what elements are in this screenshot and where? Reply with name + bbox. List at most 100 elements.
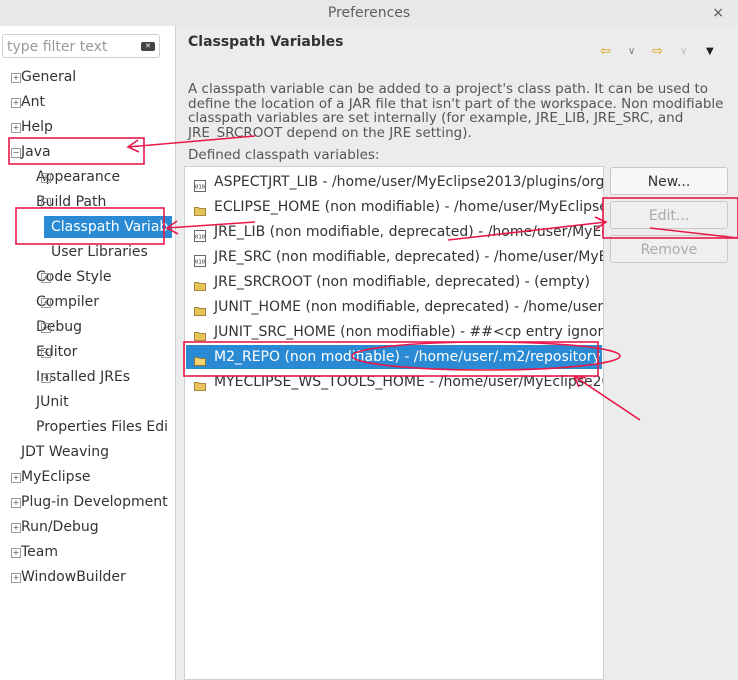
- tree-item[interactable]: − Java: [11, 141, 51, 163]
- back-arrow-icon[interactable]: ⇦: [600, 44, 611, 59]
- tree-item[interactable]: + General: [11, 66, 77, 88]
- collapse-icon[interactable]: −: [41, 198, 51, 208]
- filter-input[interactable]: type filter text ✕: [2, 34, 160, 58]
- expand-icon[interactable]: +: [11, 498, 21, 508]
- page-title: Classpath Variables: [188, 34, 344, 50]
- variable-row[interactable]: M2_REPO (non modifiable) - /home/user/.m…: [186, 345, 602, 369]
- tree-item-label: Ant: [21, 94, 45, 110]
- variable-row[interactable]: 010 ASPECTJRT_LIB - /home/user/MyEclipse2…: [186, 170, 604, 194]
- tree-item-label: Classpath Variab: [51, 219, 169, 235]
- tree-item[interactable]: Properties Files Edi: [36, 416, 168, 438]
- tree-item-label: WindowBuilder: [21, 569, 126, 585]
- tree-item[interactable]: + Appearance: [36, 166, 120, 188]
- tree-item[interactable]: + WindowBuilder: [11, 566, 126, 588]
- variable-row[interactable]: ECLIPSE_HOME (non modifiable) - /home/us…: [186, 195, 604, 219]
- tree-item-label: Plug-in Development: [21, 494, 168, 510]
- view-menu-icon[interactable]: ▼: [706, 46, 714, 57]
- tree-item-label: Properties Files Edi: [36, 419, 168, 435]
- expand-icon[interactable]: +: [11, 98, 21, 108]
- tree-item[interactable]: + Plug-in Development: [11, 491, 168, 513]
- variable-text: JRE_SRC (non modifiable, deprecated) - /…: [214, 249, 604, 265]
- tree-item[interactable]: + Team: [11, 541, 59, 563]
- window-titlebar: Preferences ×: [0, 0, 738, 26]
- tree-item-label: MyEclipse: [21, 469, 91, 485]
- folder-icon: [194, 376, 206, 391]
- tree-item-label: Java: [21, 144, 51, 160]
- tree-item[interactable]: − Build Path: [36, 191, 106, 213]
- forward-arrow-icon[interactable]: ⇨: [652, 44, 663, 59]
- expand-icon[interactable]: +: [11, 548, 21, 558]
- variable-text: JUNIT_SRC_HOME (non modifiable) - ##<cp …: [214, 324, 604, 340]
- jar-icon: 010: [194, 176, 206, 192]
- variable-text: JUNIT_HOME (non modifiable, deprecated) …: [214, 299, 604, 315]
- preferences-tree-panel: type filter text ✕ + General + Ant + Help − Jav…: [0, 26, 175, 680]
- page-description: A classpath variable can be added to a p…: [188, 81, 724, 141]
- tree-item[interactable]: + Installed JREs: [36, 366, 130, 388]
- tree-item-label: JDT Weaving: [21, 444, 110, 460]
- filter-placeholder: type filter text: [7, 39, 108, 55]
- tree-item-label: Help: [21, 119, 53, 135]
- back-dropdown-icon[interactable]: ∨: [628, 46, 635, 57]
- tree-item-label: JUnit: [36, 394, 69, 410]
- tree-item[interactable]: User Libraries: [51, 241, 148, 263]
- close-icon[interactable]: ×: [712, 0, 724, 26]
- tree-item[interactable]: Classpath Variab: [44, 216, 172, 238]
- variable-row[interactable]: 010 JRE_LIB (non modifiable, deprecated) …: [186, 220, 604, 244]
- variable-text: ECLIPSE_HOME (non modifiable) - /home/us…: [214, 199, 604, 215]
- expand-icon[interactable]: +: [11, 573, 21, 583]
- variable-row[interactable]: 010 JRE_SRC (non modifiable, deprecated) …: [186, 245, 604, 269]
- tree-item[interactable]: + Run/Debug: [11, 516, 99, 538]
- folder-icon: [194, 201, 206, 216]
- variable-text: MYECLIPSE_WS_TOOLS_HOME - /home/user/MyE…: [214, 374, 604, 390]
- expand-icon[interactable]: +: [11, 523, 21, 533]
- remove-button-label: Remove: [640, 242, 698, 258]
- variable-text: M2_REPO (non modifiable) - /home/user/.m…: [214, 349, 601, 365]
- variable-text: JRE_LIB (non modifiable, deprecated) - /…: [214, 224, 604, 240]
- expand-icon[interactable]: +: [11, 123, 21, 133]
- tree-item-label: Team: [21, 544, 59, 560]
- collapse-icon[interactable]: −: [11, 148, 21, 158]
- tree-item[interactable]: + Compiler: [36, 291, 99, 313]
- tree-item[interactable]: + Ant: [11, 91, 45, 113]
- variable-text: ASPECTJRT_LIB - /home/user/MyEclipse2013…: [214, 174, 604, 190]
- edit-button[interactable]: Edit...: [610, 201, 728, 229]
- variable-row[interactable]: JRE_SRCROOT (non modifiable, deprecated)…: [186, 270, 602, 294]
- folder-icon: [194, 276, 206, 291]
- jar-icon: 010: [194, 251, 206, 267]
- variable-row[interactable]: JUNIT_SRC_HOME (non modifiable) - ##<cp …: [186, 320, 604, 344]
- tree-item-label: User Libraries: [51, 244, 148, 260]
- defined-variables-label: Defined classpath variables:: [188, 147, 380, 163]
- tree-item[interactable]: + MyEclipse: [11, 466, 91, 488]
- tree-item-label: General: [21, 69, 77, 85]
- tree-item[interactable]: JUnit: [36, 391, 69, 413]
- folder-icon: [194, 351, 206, 366]
- expand-icon[interactable]: +: [41, 373, 51, 383]
- svg-text:010: 010: [195, 235, 205, 241]
- new-button[interactable]: New...: [610, 167, 728, 195]
- expand-icon[interactable]: +: [41, 298, 51, 308]
- variable-row[interactable]: MYECLIPSE_WS_TOOLS_HOME - /home/user/MyE…: [186, 370, 604, 394]
- svg-text:010: 010: [195, 260, 205, 266]
- folder-icon: [194, 301, 206, 316]
- remove-button[interactable]: Remove: [610, 235, 728, 263]
- jar-icon: 010: [194, 226, 206, 242]
- expand-icon[interactable]: +: [41, 173, 51, 183]
- tree-item[interactable]: JDT Weaving: [21, 441, 109, 463]
- expand-icon[interactable]: +: [41, 348, 51, 358]
- variable-row[interactable]: JUNIT_HOME (non modifiable, deprecated) …: [186, 295, 604, 319]
- clear-filter-icon[interactable]: ✕: [141, 42, 155, 51]
- folder-icon: [194, 326, 206, 341]
- tree-item[interactable]: + Debug: [36, 316, 82, 338]
- expand-icon[interactable]: +: [11, 473, 21, 483]
- forward-dropdown-icon[interactable]: ∨: [680, 46, 687, 57]
- window-title: Preferences: [327, 5, 411, 21]
- tree-item[interactable]: + Help: [11, 116, 53, 138]
- expand-icon[interactable]: +: [41, 273, 51, 283]
- tree-item[interactable]: + Code Style: [36, 266, 111, 288]
- svg-text:010: 010: [195, 185, 205, 191]
- classpath-variables-list[interactable]: 010 ASPECTJRT_LIB - /home/user/MyEclipse2…: [184, 166, 604, 680]
- tree-item[interactable]: + Editor: [36, 341, 77, 363]
- new-button-label: New...: [647, 174, 691, 190]
- expand-icon[interactable]: +: [11, 73, 21, 83]
- expand-icon[interactable]: +: [41, 323, 51, 333]
